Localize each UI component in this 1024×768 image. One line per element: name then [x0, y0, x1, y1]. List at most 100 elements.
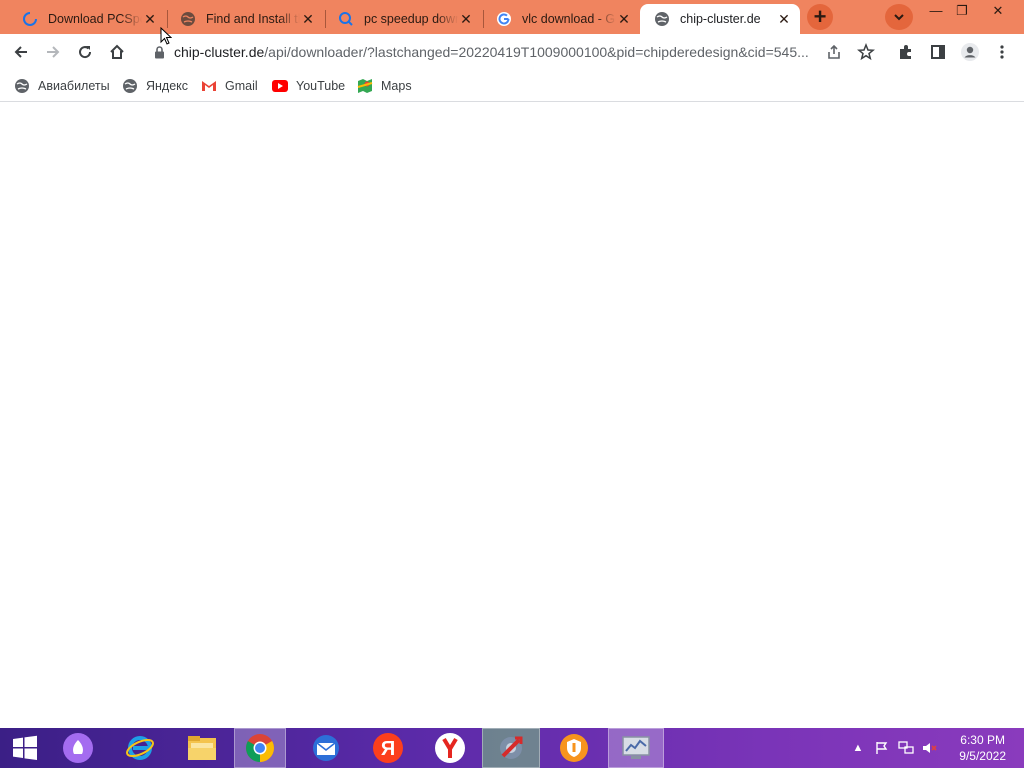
start-button[interactable] — [0, 728, 50, 768]
share-button[interactable] — [822, 40, 846, 64]
taskbar-chrome[interactable] — [234, 728, 286, 768]
svg-text:Я: Я — [381, 738, 395, 760]
browser-toolbar: chip-cluster.de/api/downloader/?lastchan… — [0, 34, 1024, 70]
show-hidden-icons-button[interactable]: ▲ — [850, 740, 866, 756]
file-explorer-icon — [188, 736, 216, 760]
arrow-left-icon — [14, 46, 27, 58]
tab-title: chip-cluster.de — [680, 12, 761, 26]
chevron-down-icon — [894, 14, 904, 21]
google-icon — [496, 11, 512, 27]
tab-chip-cluster[interactable]: chip-cluster.de ✕ — [640, 4, 800, 34]
close-icon[interactable]: ✕ — [142, 11, 158, 27]
youtube-icon — [272, 78, 288, 94]
search-icon — [338, 11, 354, 27]
network-icon[interactable] — [898, 740, 914, 756]
bookmarks-bar: Авиабилеты Яндекс Gmail YouTube Maps — [0, 70, 1024, 102]
bookmark-label: Maps — [381, 79, 412, 93]
minimize-button[interactable]: — — [924, 4, 948, 18]
menu-button[interactable] — [990, 40, 1014, 64]
maps-icon — [357, 78, 373, 94]
monitor-app-icon — [622, 736, 650, 759]
system-tool-icon — [500, 736, 523, 759]
taskbar: Я ▲ 6:30 PM 9/5/2022 — [0, 728, 1024, 768]
yandex-icon: Я — [373, 733, 403, 763]
tab-strip: Download PCSpeedup ✕ Find and Install th… — [0, 0, 1024, 34]
home-button[interactable] — [105, 40, 129, 64]
volume-muted-icon[interactable] — [922, 740, 938, 756]
globe-icon — [180, 11, 196, 27]
forward-button[interactable] — [41, 40, 65, 64]
tab-title: Find and Install the — [206, 12, 300, 26]
lock-icon[interactable] — [152, 45, 166, 59]
globe-icon — [122, 78, 138, 94]
taskbar-monitor-app[interactable] — [608, 728, 664, 768]
url-text[interactable]: chip-cluster.de/api/downloader/?lastchan… — [174, 44, 814, 60]
gmail-icon — [201, 78, 217, 94]
bookmark-maps[interactable]: Maps — [357, 76, 412, 96]
taskbar-avast[interactable] — [546, 728, 602, 768]
flag-icon[interactable] — [874, 740, 890, 756]
close-icon[interactable]: ✕ — [300, 11, 316, 27]
taskbar-mail[interactable] — [298, 728, 354, 768]
start-icon — [13, 735, 37, 760]
bookmark-label: Gmail — [225, 79, 258, 93]
side-panel-button[interactable] — [926, 40, 950, 64]
taskbar-yandex[interactable]: Я — [360, 728, 416, 768]
star-icon — [857, 43, 875, 61]
globe-icon — [14, 78, 30, 94]
tab-find-and-install[interactable]: Find and Install the ✕ — [166, 4, 324, 34]
internet-explorer-icon — [126, 736, 154, 760]
back-button[interactable] — [9, 40, 33, 64]
close-icon[interactable]: ✕ — [458, 11, 474, 27]
reload-button[interactable] — [73, 40, 97, 64]
clock-date: 9/5/2022 — [959, 749, 1006, 763]
clock-time: 6:30 PM — [960, 733, 1005, 747]
avatar-icon — [961, 43, 979, 61]
mail-icon — [313, 735, 339, 761]
globe-icon — [654, 11, 670, 27]
restore-button[interactable]: ❐ — [950, 4, 974, 18]
bookmark-label: YouTube — [296, 79, 346, 93]
chrome-icon — [246, 734, 274, 762]
side-panel-icon — [931, 45, 945, 59]
alice-assistant-icon — [63, 733, 93, 763]
bookmark-label: Авиабилеты — [38, 79, 110, 93]
more-vert-icon — [1000, 45, 1004, 59]
new-tab-button[interactable]: + — [807, 4, 833, 30]
close-icon[interactable]: ✕ — [776, 11, 792, 27]
url-host: chip-cluster.de — [174, 44, 265, 60]
tab-download-pcspeedup[interactable]: Download PCSpeedup ✕ — [8, 4, 166, 34]
taskbar-yandex-browser[interactable] — [422, 728, 478, 768]
loading-spinner-icon — [22, 11, 38, 27]
close-icon[interactable]: ✕ — [616, 11, 632, 27]
bookmark-star-button[interactable] — [854, 40, 878, 64]
reload-icon — [79, 46, 92, 59]
bookmark-aviabilety[interactable]: Авиабилеты — [14, 76, 110, 96]
extensions-button[interactable] — [894, 40, 918, 64]
tab-title: pc speedup download — [364, 12, 458, 26]
profile-button[interactable] — [958, 40, 982, 64]
taskbar-internet-explorer[interactable] — [112, 728, 168, 768]
address-bar[interactable]: chip-cluster.de/api/downloader/?lastchan… — [142, 37, 882, 67]
taskbar-file-explorer[interactable] — [174, 728, 230, 768]
yandex-browser-icon — [435, 733, 465, 763]
share-icon — [828, 44, 840, 59]
taskbar-alice[interactable] — [50, 728, 106, 768]
tab-vlc-download[interactable]: vlc download - Google ✕ — [482, 4, 640, 34]
bookmark-youtube[interactable]: YouTube — [272, 76, 345, 96]
bookmark-yandex[interactable]: Яндекс — [122, 76, 188, 96]
clock[interactable]: 6:30 PM 9/5/2022 — [959, 732, 1006, 764]
bookmark-label: Яндекс — [146, 79, 189, 93]
bookmark-gmail[interactable]: Gmail — [201, 76, 258, 96]
puzzle-icon — [900, 45, 911, 59]
mouse-cursor-icon — [160, 27, 172, 45]
home-icon — [110, 44, 124, 59]
tab-pc-speedup-download[interactable]: pc speedup download ✕ — [324, 4, 482, 34]
arrow-right-icon — [47, 46, 60, 58]
avast-icon — [560, 734, 588, 762]
close-window-button[interactable]: ✕ — [986, 4, 1010, 18]
page-content — [0, 102, 1024, 728]
tab-title: Download PCSpeedup — [48, 12, 142, 26]
taskbar-system-tool[interactable] — [482, 728, 540, 768]
tab-search-button[interactable] — [885, 4, 913, 30]
